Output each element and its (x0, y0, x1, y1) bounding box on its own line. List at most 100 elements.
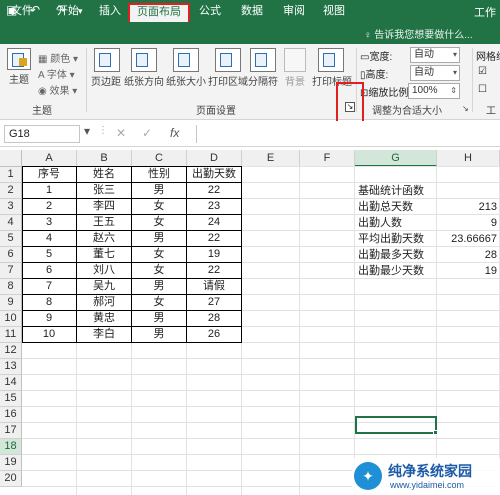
table-cell[interactable]: 吴九 (77, 278, 132, 295)
scale-dialog-launcher-icon[interactable]: ↘ (462, 104, 469, 113)
row-header-12[interactable]: 12 (0, 343, 22, 359)
theme-fonts-button[interactable]: A 字体 ▾ (38, 66, 75, 81)
column-header-c[interactable]: C (132, 150, 187, 167)
table-cell[interactable]: 请假 (187, 278, 242, 295)
select-all-corner[interactable] (0, 150, 22, 167)
tab-home[interactable]: 开始 (52, 3, 84, 22)
table-cell[interactable]: 22 (187, 262, 242, 279)
row-header-5[interactable]: 5 (0, 231, 22, 247)
column-header-h[interactable]: H (437, 150, 500, 167)
table-cell[interactable]: 郝河 (77, 294, 132, 311)
table-cell[interactable]: 19 (187, 246, 242, 263)
stats-value-cell[interactable]: 19 (440, 263, 497, 279)
active-cell-selection[interactable] (355, 416, 437, 434)
tab-file[interactable]: 文件 (6, 3, 38, 22)
tab-insert[interactable]: 插入 (94, 3, 126, 22)
name-box-chevron-icon[interactable]: ▾ (84, 124, 90, 138)
table-header-cell[interactable]: 出勤天数 (187, 166, 242, 183)
column-header-a[interactable]: A (22, 150, 77, 167)
row-header-6[interactable]: 6 (0, 247, 22, 263)
table-cell[interactable]: 4 (22, 230, 77, 247)
row-header-1[interactable]: 1 (0, 167, 22, 183)
print-area-button[interactable]: 打印区域 (208, 48, 248, 88)
formula-input[interactable] (196, 125, 496, 143)
table-cell[interactable]: 女 (132, 214, 187, 231)
stats-label-cell[interactable]: 出勤总天数 (358, 199, 434, 215)
gridlines-print-checkbox[interactable]: ☐ (478, 84, 487, 95)
breaks-button[interactable]: 分隔符 (248, 48, 278, 88)
name-box[interactable]: G18 (4, 125, 80, 143)
insert-function-icon[interactable]: fx (170, 126, 179, 140)
row-header-3[interactable]: 3 (0, 199, 22, 215)
row-header-9[interactable]: 9 (0, 295, 22, 311)
page-setup-dialog-launcher[interactable]: ↘ (336, 82, 364, 126)
tab-formulas[interactable]: 公式 (194, 3, 226, 22)
table-cell[interactable]: 22 (187, 230, 242, 247)
row-header-11[interactable]: 11 (0, 327, 22, 343)
table-cell[interactable]: 女 (132, 262, 187, 279)
table-cell[interactable]: 男 (132, 182, 187, 199)
table-cell[interactable]: 女 (132, 198, 187, 215)
table-header-cell[interactable]: 序号 (22, 166, 77, 183)
table-cell[interactable]: 23 (187, 198, 242, 215)
stats-label-cell[interactable]: 平均出勤天数 (358, 231, 434, 247)
enter-icon[interactable]: ✓ (142, 126, 152, 140)
stats-heading-cell[interactable]: 基础统计函数 (358, 183, 434, 199)
row-header-19[interactable]: 19 (0, 455, 22, 471)
column-header-e[interactable]: E (242, 150, 300, 167)
theme-effects-button[interactable]: ◉ 效果 ▾ (38, 82, 77, 97)
tell-me-box[interactable]: ♀ 告诉我您想要做什么... (364, 26, 473, 41)
scale-input[interactable]: 100% ⇕ (408, 83, 460, 99)
stats-label-cell[interactable]: 出勤最多天数 (358, 247, 434, 263)
row-header-8[interactable]: 8 (0, 279, 22, 295)
table-cell[interactable]: 26 (187, 326, 242, 343)
row-header-4[interactable]: 4 (0, 215, 22, 231)
stats-label-cell[interactable]: 出勤最少天数 (358, 263, 434, 279)
column-header-g[interactable]: G (355, 150, 437, 167)
table-cell[interactable]: 28 (187, 310, 242, 327)
table-cell[interactable]: 男 (132, 230, 187, 247)
row-header-18[interactable]: 18 (0, 439, 22, 455)
table-cell[interactable]: 10 (22, 326, 77, 343)
table-cell[interactable]: 李四 (77, 198, 132, 215)
height-select[interactable]: 自动 ▾ (410, 65, 460, 81)
table-cell[interactable]: 赵六 (77, 230, 132, 247)
margins-button[interactable]: 页边距 (91, 48, 122, 88)
table-cell[interactable]: 3 (22, 214, 77, 231)
row-header-17[interactable]: 17 (0, 423, 22, 439)
table-cell[interactable]: 8 (22, 294, 77, 311)
theme-colors-button[interactable]: ▦ 颜色 ▾ (38, 50, 78, 65)
stats-label-cell[interactable]: 出勤人数 (358, 215, 434, 231)
row-header-13[interactable]: 13 (0, 359, 22, 375)
column-header-f[interactable]: F (300, 150, 355, 167)
stats-value-cell[interactable]: 28 (440, 247, 497, 263)
cancel-icon[interactable]: ✕ (116, 126, 126, 140)
width-select[interactable]: 自动 ▾ (410, 47, 460, 63)
table-header-cell[interactable]: 姓名 (77, 166, 132, 183)
table-cell[interactable]: 男 (132, 326, 187, 343)
column-header-d[interactable]: D (187, 150, 242, 167)
table-cell[interactable]: 女 (132, 294, 187, 311)
table-cell[interactable]: 张三 (77, 182, 132, 199)
row-header-10[interactable]: 10 (0, 311, 22, 327)
row-header-2[interactable]: 2 (0, 183, 22, 199)
table-cell[interactable]: 1 (22, 182, 77, 199)
stats-value-cell[interactable]: 213 (440, 199, 497, 215)
tab-page-layout[interactable]: 页面布局 (128, 3, 190, 22)
table-cell[interactable]: 女 (132, 246, 187, 263)
table-cell[interactable]: 7 (22, 278, 77, 295)
tab-view[interactable]: 视图 (318, 3, 350, 22)
row-header-14[interactable]: 14 (0, 375, 22, 391)
row-header-7[interactable]: 7 (0, 263, 22, 279)
row-header-15[interactable]: 15 (0, 391, 22, 407)
table-cell[interactable]: 黄忠 (77, 310, 132, 327)
table-header-cell[interactable]: 性别 (132, 166, 187, 183)
tab-review[interactable]: 审阅 (278, 3, 310, 22)
themes-button[interactable]: 主题 (4, 48, 34, 86)
column-header-b[interactable]: B (77, 150, 132, 167)
stats-value-cell[interactable]: 23.66667 (440, 231, 497, 247)
table-cell[interactable]: 27 (187, 294, 242, 311)
fill-handle[interactable] (433, 430, 438, 435)
gridlines-view-checkbox[interactable]: ☑ (478, 66, 487, 77)
table-cell[interactable]: 9 (22, 310, 77, 327)
